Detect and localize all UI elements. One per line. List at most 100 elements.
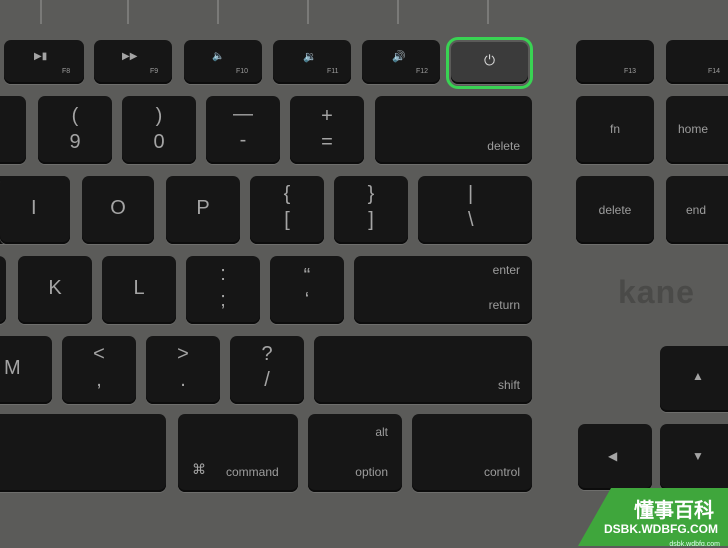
key-divider-tick [217,0,219,24]
fn-label: F9 [150,68,159,75]
key-lbracket: [ [284,209,290,231]
key-equals[interactable]: + = [290,96,364,164]
key-divider-tick [487,0,489,24]
key-j-partial[interactable] [0,256,6,324]
key-right-bracket[interactable]: } ] [334,176,408,244]
key-i[interactable]: I [0,176,70,244]
key-comma-main: , [96,369,102,391]
key-alt-label: alt [375,425,388,439]
key-control-label: control [483,465,520,479]
key-f8-play-pause[interactable]: ▶▮ F8 [4,40,84,84]
key-9-shift: ( [71,105,79,127]
key-lbrace: { [283,183,291,205]
key-f13[interactable]: F13 [576,40,654,84]
key-backslash-main: \ [468,209,474,231]
key-dquote: “ [303,265,311,287]
key-divider-tick [40,0,42,24]
key-return-label: return [488,298,520,312]
key-right-option[interactable]: alt option [308,414,402,492]
key-comma[interactable]: < , [62,336,136,404]
fast-forward-icon: ▶▶ [122,51,138,62]
key-command-label: command [226,465,279,479]
key-minus-main: - [239,129,247,151]
key-question: ? [261,343,273,365]
key-end[interactable]: end [666,176,728,244]
key-equals-main: = [321,131,333,153]
key-f11-volume-mid[interactable]: 🔉 F11 [273,40,351,84]
key-quote[interactable]: “ ‘ [270,256,344,324]
key-semicolon[interactable]: : ; [186,256,260,324]
key-period[interactable]: > . [146,336,220,404]
key-right-control[interactable]: control [412,414,532,492]
watermark-domain: DSBK.WDBFG.COM [604,522,718,536]
key-f9-fast-forward[interactable]: ▶▶ F9 [94,40,172,84]
key-forward-delete-label: delete [598,203,632,217]
key-option-label: option [355,465,388,479]
watermark-badge: 懂事百科 DSBK.WDBFG.COM dsbk.wdbfg.com [578,488,728,546]
key-divider-tick [127,0,129,24]
fn-label: F10 [236,68,249,75]
key-rbrace: } [367,183,375,205]
fn-label: F13 [624,68,637,75]
key-space-partial[interactable] [0,414,166,492]
key-forward-delete[interactable]: delete [576,176,654,244]
key-o[interactable]: O [82,176,154,244]
fn-label: F14 [708,68,721,75]
key-m-label: M [4,357,21,379]
key-delete[interactable]: delete [375,96,532,164]
key-o-label: O [110,197,126,219]
key-p[interactable]: P [166,176,240,244]
key-slash[interactable]: ? / [230,336,304,404]
key-f14[interactable]: F14 [666,40,728,84]
key-colon: : [220,263,226,285]
volume-down-icon: 🔈 [212,51,225,62]
watermark-title: 懂事百科 [634,500,714,522]
key-arrow-left[interactable]: ◀ [578,424,652,490]
down-arrow-icon: ▼ [692,449,704,463]
key-fn-label: fn [609,122,620,136]
key-0[interactable]: ) 0 [122,96,196,164]
key-minus[interactable]: — - [206,96,280,164]
brand-logo: kane [618,274,695,310]
key-f10-volume-down[interactable]: 🔈 F10 [184,40,262,84]
fn-label: F11 [327,68,339,75]
key-apostrophe: ‘ [304,289,310,311]
key-k[interactable]: K [18,256,92,324]
key-fn[interactable]: fn [576,96,654,164]
key-rbracket: ] [368,209,374,231]
key-i-label: I [31,197,37,219]
key-9[interactable]: ( 9 [38,96,112,164]
key-0-main: 0 [153,131,165,153]
key-lt: < [93,343,105,365]
key-left-bracket[interactable]: { [ [250,176,324,244]
play-pause-icon: ▶▮ [34,51,48,62]
key-enter-label: enter [492,263,520,277]
key-arrow-up[interactable]: ▲ [660,346,728,412]
key-arrow-down[interactable]: ▼ [660,424,728,490]
up-arrow-icon: ▲ [692,369,704,383]
key-9-main: 9 [69,131,81,153]
key-f12-volume-up[interactable]: 🔊 F12 [362,40,440,84]
key-power[interactable]: ⏻ [446,37,533,89]
key-l[interactable]: L [102,256,176,324]
key-semicolon-main: ; [220,289,226,311]
key-0-shift: ) [155,105,163,127]
fn-label: F8 [62,68,71,75]
key-end-label: end [686,203,707,217]
key-right-shift[interactable]: shift [314,336,532,404]
volume-mid-icon: 🔉 [303,51,317,63]
power-icon: ⏻ [483,52,496,68]
key-gt: > [177,343,189,365]
key-m[interactable]: M [0,336,52,404]
key-right-command[interactable]: ⌘ command [178,414,298,492]
key-divider-tick [397,0,399,24]
key-8-partial[interactable] [0,96,26,164]
key-home[interactable]: home [666,96,728,164]
key-home-label: home [678,122,709,136]
key-delete-label: delete [487,139,520,153]
key-backslash[interactable]: | \ [418,176,532,244]
key-slash-main: / [264,369,270,391]
key-return[interactable]: enter return [354,256,532,324]
key-divider-tick [307,0,309,24]
key-minus-shift: — [233,103,253,125]
